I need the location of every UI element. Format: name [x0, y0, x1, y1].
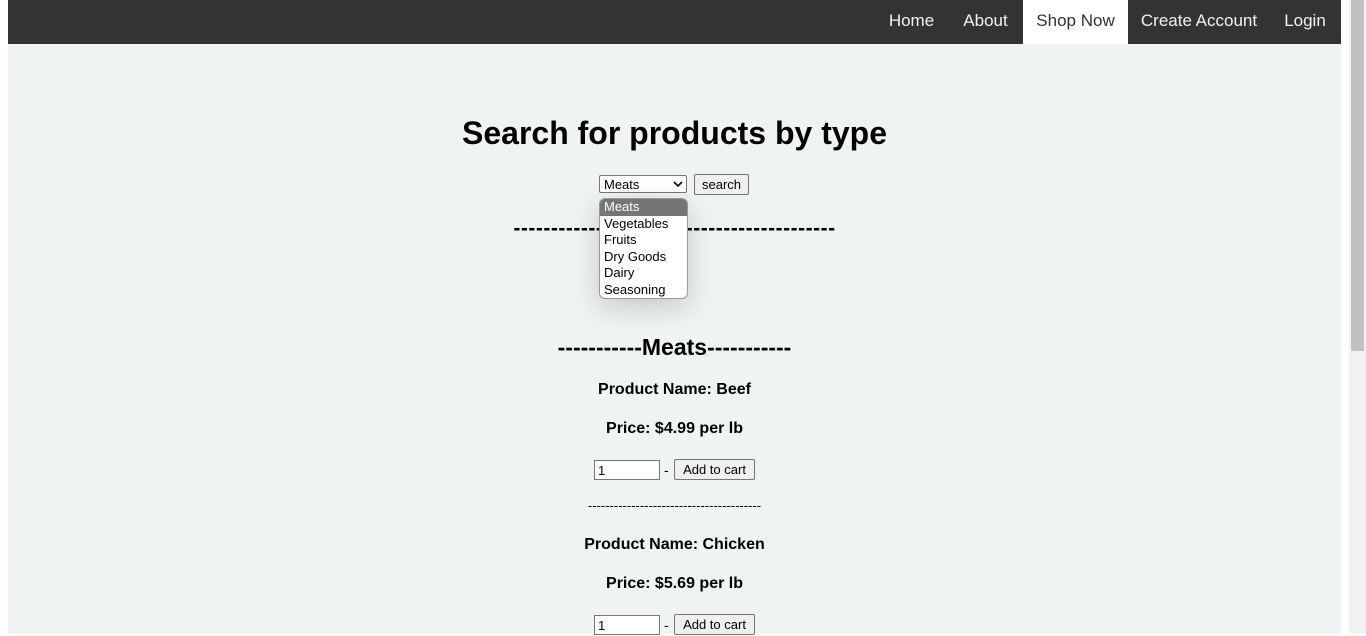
- vertical-scrollbar[interactable]: [1349, 0, 1366, 633]
- product-name: Product Name: Beef: [598, 381, 751, 398]
- add-to-cart-button[interactable]: Add to cart: [674, 614, 755, 635]
- search-button[interactable]: search: [694, 174, 749, 195]
- product-type-select[interactable]: Meats: [599, 175, 687, 193]
- nav-home[interactable]: Home: [874, 0, 949, 44]
- scrollbar-thumb[interactable]: [1351, 0, 1364, 351]
- product-price: Price: $4.99 per lb: [606, 420, 743, 437]
- option-meats[interactable]: Meats: [600, 199, 687, 216]
- nav-login[interactable]: Login: [1270, 0, 1340, 44]
- chevron-down-icon: [673, 176, 683, 198]
- separator: -: [664, 462, 669, 478]
- product-type-dropdown[interactable]: Meats Vegetables Fruits Dry Goods Dairy …: [599, 198, 688, 299]
- category-title: -----------Meats-----------: [557, 334, 792, 360]
- page-title: Search for products by type: [462, 115, 887, 151]
- add-to-cart-button[interactable]: Add to cart: [674, 459, 755, 480]
- quantity-input[interactable]: [594, 615, 660, 635]
- product-name: Product Name: Chicken: [584, 536, 765, 553]
- option-seasoning[interactable]: Seasoning: [600, 282, 687, 299]
- nav-shop-now[interactable]: Shop Now: [1023, 0, 1128, 44]
- product-divider: ----------------------------------------: [587, 498, 762, 513]
- top-navbar: Home About Shop Now Create Account Login: [8, 0, 1341, 44]
- page-body: Home About Shop Now Create Account Login…: [8, 0, 1341, 635]
- select-value: Meats: [604, 177, 640, 192]
- option-fruits[interactable]: Fruits: [600, 232, 687, 249]
- option-vegetables[interactable]: Vegetables: [600, 216, 687, 233]
- option-dairy[interactable]: Dairy: [600, 265, 687, 282]
- quantity-input[interactable]: [594, 460, 660, 480]
- nav-about[interactable]: About: [949, 0, 1022, 44]
- product-price: Price: $5.69 per lb: [606, 575, 743, 592]
- option-dry-goods[interactable]: Dry Goods: [600, 249, 687, 266]
- nav-create-account[interactable]: Create Account: [1128, 0, 1270, 44]
